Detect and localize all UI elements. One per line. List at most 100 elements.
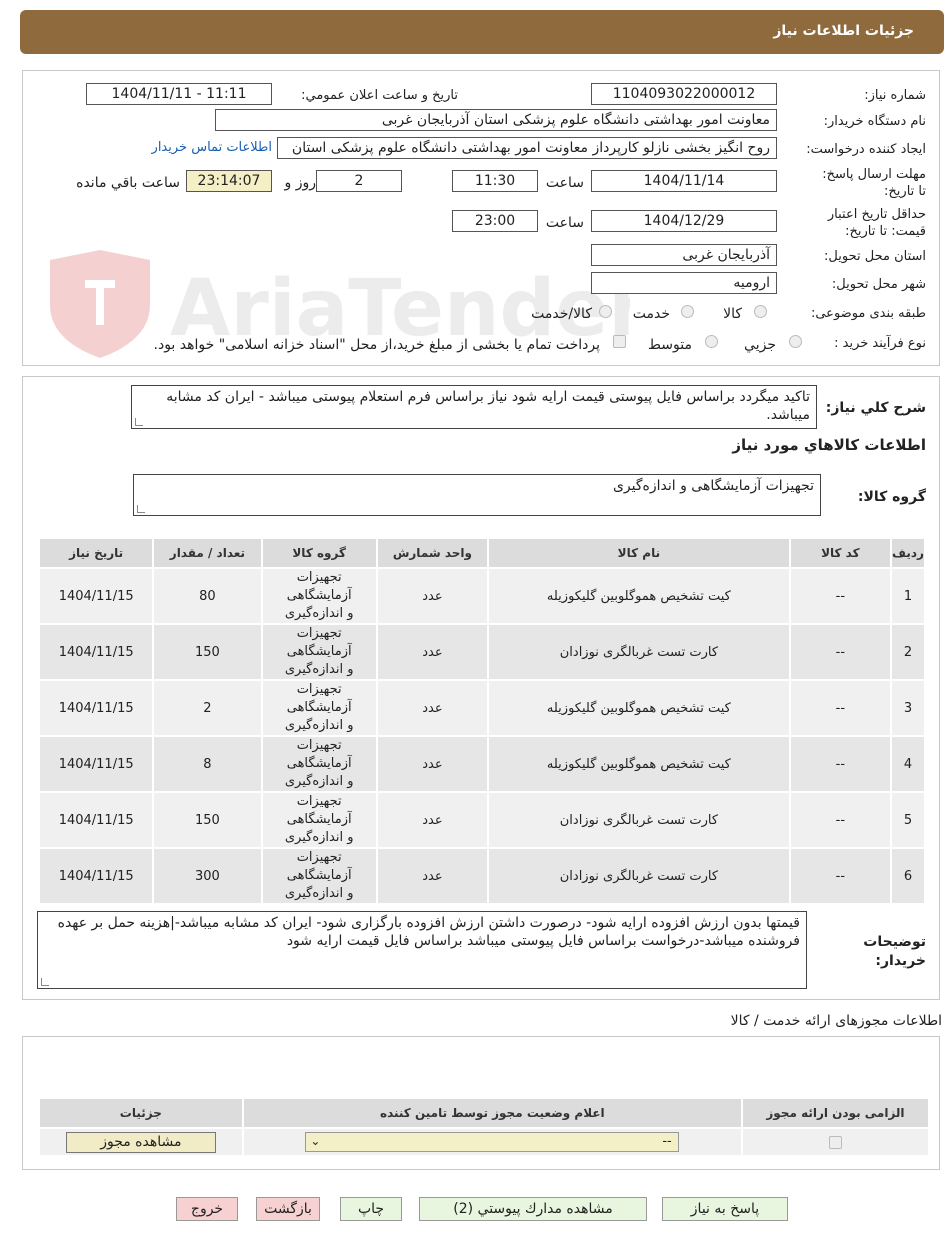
- cell-name: کیت تشخیص هموگلوبین گلیکوزیله: [487, 679, 791, 737]
- table-row: 6 -- کارت تست غربالگری نوزادان عدد تجهیزات آ…: [37, 847, 927, 905]
- creator-field: روح انگیز بخشی نازلو کارپرداز معاونت امو…: [277, 137, 777, 159]
- col-group: گروه کالا: [260, 537, 378, 569]
- validity-time-label: ساعت: [545, 215, 584, 231]
- cell-name: کیت تشخیص هموگلوبین گلیکوزیله: [487, 567, 791, 625]
- cell-code: --: [788, 567, 892, 625]
- process-option-minor: جزیي: [744, 337, 776, 353]
- validity-date-field: 1404/12/29: [591, 210, 777, 232]
- treasury-note: پرداخت تمام یا بخشی از مبلغ خرید،از محل …: [153, 337, 600, 353]
- permit-required-checkbox[interactable]: [828, 1135, 842, 1149]
- deadline-date-field: 1404/11/14: [591, 170, 777, 192]
- cell-group: تجهیزات آزمایشگاهی و اندازه‌گیری: [260, 735, 378, 793]
- days-label: روز و: [284, 175, 317, 191]
- items-table: ردیف کد کالا نام کالا واحد شمارش گروه کا…: [37, 537, 927, 905]
- cell-code: --: [788, 623, 892, 681]
- buyer-contact-link[interactable]: اطلاعات تماس خریدار: [152, 140, 272, 155]
- creator-label: ایجاد کننده درخواست:: [806, 142, 926, 157]
- cell-unit: عدد: [375, 567, 490, 625]
- cell-date: 1404/11/15: [37, 791, 155, 849]
- cell-qty: 150: [152, 791, 263, 849]
- buyer-notes-label: توضیحات خریدار:: [863, 934, 926, 969]
- col-required: الزامی بودن ارائه مجوز: [740, 1097, 931, 1129]
- cell-unit: عدد: [375, 847, 490, 905]
- category-radio-goods[interactable]: [754, 305, 767, 318]
- province-label: استان محل تحویل:: [824, 249, 926, 264]
- cell-qty: 300: [152, 847, 263, 905]
- view-permit-button[interactable]: مشاهده مجوز: [65, 1131, 216, 1153]
- cell-code: --: [788, 679, 892, 737]
- permit-status-select[interactable]: ⌄ --: [305, 1132, 680, 1152]
- process-label: نوع فرآیند خرید :: [834, 336, 926, 351]
- treasury-checkbox[interactable]: [613, 335, 626, 348]
- cell-row: 1: [889, 567, 927, 625]
- cell-date: 1404/11/15: [37, 623, 155, 681]
- back-button[interactable]: بازگشت: [256, 1197, 320, 1221]
- permit-row: ⌄ -- مشاهده مجوز: [38, 1127, 931, 1157]
- cell-unit: عدد: [375, 623, 490, 681]
- resize-grip-icon[interactable]: [41, 978, 49, 986]
- permit-status-cell: ⌄ --: [241, 1127, 743, 1157]
- cell-date: 1404/11/15: [37, 679, 155, 737]
- page-title: جزئیات اطلاعات نیاز: [773, 23, 914, 39]
- col-status: اعلام وضعیت مجوز توسط تامین کننده: [241, 1097, 743, 1129]
- col-code: کد کالا: [788, 537, 892, 569]
- cell-group: تجهیزات آزمایشگاهی و اندازه‌گیری: [260, 623, 378, 681]
- attachments-button[interactable]: مشاهده مدارك پيوستي (2): [419, 1197, 647, 1221]
- col-date: تاریخ نیاز: [37, 537, 155, 569]
- deadline-label: مهلت ارسال پاسخ: تا تاریخ:: [822, 167, 926, 199]
- cell-qty: 2: [152, 679, 263, 737]
- days-field: 2: [316, 170, 402, 192]
- announce-field: 1404/11/11 - 11:11: [86, 83, 272, 105]
- cell-group: تجهیزات آزمایشگاهی و اندازه‌گیری: [260, 847, 378, 905]
- buyer-notes-text: قیمتها بدون ارزش افزوده ارایه شود- درصور…: [57, 915, 800, 949]
- cell-row: 6: [889, 847, 927, 905]
- validity-time-field: 23:00: [452, 210, 538, 232]
- resize-grip-icon[interactable]: [137, 505, 145, 513]
- goods-group-value: تجهیزات آزمایشگاهی و اندازه‌گیری: [612, 478, 814, 494]
- reply-button[interactable]: پاسخ به نیاز: [662, 1197, 788, 1221]
- table-row: 3 -- کیت تشخیص هموگلوبین گلیکوزیله عدد تجهیز…: [37, 679, 927, 737]
- cell-row: 2: [889, 623, 927, 681]
- buyer-field: معاونت امور بهداشتی دانشگاه علوم پزشکی ا…: [215, 109, 777, 131]
- cell-code: --: [788, 791, 892, 849]
- category-radio-service[interactable]: [681, 305, 694, 318]
- validity-label: حداقل تاریخ اعتبار قیمت: تا تاریخ:: [827, 207, 926, 239]
- chevron-down-icon: ⌄: [310, 1134, 321, 1148]
- buyer-label: نام دستگاه خریدار:: [823, 114, 926, 129]
- table-row: 4 -- کیت تشخیص هموگلوبین گلیکوزیله عدد تجهیز…: [37, 735, 927, 793]
- category-option-goods: کالا: [723, 306, 742, 322]
- process-radio-medium[interactable]: [705, 335, 718, 348]
- permit-required-cell: [740, 1127, 931, 1157]
- cell-name: کارت تست غربالگری نوزادان: [487, 791, 791, 849]
- cell-date: 1404/11/15: [37, 567, 155, 625]
- page-header: جزئیات اطلاعات نیاز: [20, 10, 944, 54]
- process-option-medium: متوسط: [648, 337, 692, 353]
- need-number-label: شماره نیاز:: [864, 88, 926, 103]
- cell-unit: عدد: [375, 679, 490, 737]
- cell-name: کیت تشخیص هموگلوبین گلیکوزیله: [487, 735, 791, 793]
- permits-title: اطلاعات مجوزهای ارائه خدمت / کالا: [730, 1013, 942, 1029]
- goods-group-label: گروه کالا:: [857, 489, 926, 505]
- cell-name: کارت تست غربالگری نوزادان: [487, 623, 791, 681]
- deadline-time-label: ساعت: [545, 175, 584, 191]
- cell-row: 3: [889, 679, 927, 737]
- permit-status-value: --: [662, 1134, 672, 1149]
- summary-text-content: تاکید میگردد براساس فایل پیوستی قیمت ارا…: [166, 389, 810, 423]
- cell-group: تجهیزات آزمایشگاهی و اندازه‌گیری: [260, 567, 378, 625]
- exit-button[interactable]: خروج: [176, 1197, 238, 1221]
- cell-unit: عدد: [375, 791, 490, 849]
- print-button[interactable]: چاپ: [340, 1197, 402, 1221]
- cell-row: 5: [889, 791, 927, 849]
- cell-date: 1404/11/15: [37, 847, 155, 905]
- need-number-field: 1104093022000012: [591, 83, 777, 105]
- resize-grip-icon[interactable]: [135, 418, 143, 426]
- table-row: 5 -- کارت تست غربالگری نوزادان عدد تجهیزات آ…: [37, 791, 927, 849]
- buyer-notes-field: قیمتها بدون ارزش افزوده ارایه شود- درصور…: [37, 911, 807, 989]
- cell-qty: 80: [152, 567, 263, 625]
- col-name: نام کالا: [487, 537, 791, 569]
- category-option-both: کالا/خدمت: [531, 306, 592, 322]
- table-row: 1 -- کیت تشخیص هموگلوبین گلیکوزیله عدد تجهیز…: [37, 567, 927, 625]
- category-radio-both[interactable]: [599, 305, 612, 318]
- process-radio-minor[interactable]: [789, 335, 802, 348]
- col-row: ردیف: [889, 537, 927, 569]
